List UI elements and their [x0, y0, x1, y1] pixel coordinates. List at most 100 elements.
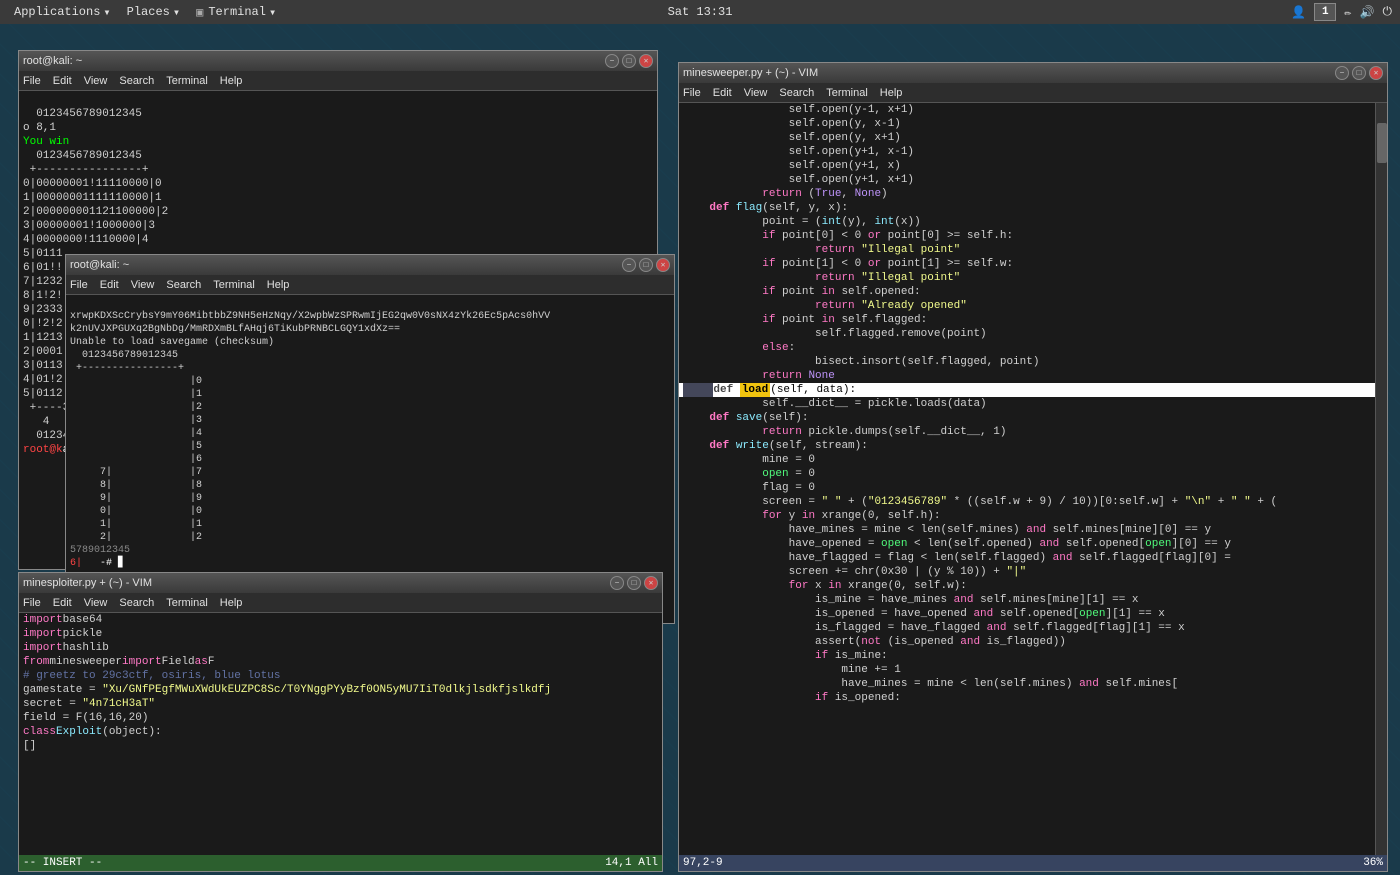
vim-line: self.open(y, x+1) [679, 131, 1375, 145]
minimize-btn-4[interactable]: − [1335, 66, 1349, 80]
places-chevron-icon: ▾ [173, 5, 180, 20]
window4-title: minesweeper.py + (~) - VIM [683, 67, 818, 79]
vim-line: self.flagged.remove(point) [679, 327, 1375, 341]
taskbar-right: 👤 1 ✏ 🔊 ⏻ [1291, 3, 1392, 21]
vim-line: self.open(y+1, x+1) [679, 173, 1375, 187]
window1-menubar: File Edit View Search Terminal Help [19, 71, 657, 91]
menu-file-3[interactable]: File [23, 597, 41, 609]
window3-content: import base64 import pickle import hashl… [19, 613, 662, 871]
vim-line: import base64 [19, 613, 662, 627]
user-icon: 👤 [1291, 5, 1306, 20]
window3-title: minesploiter.py + (~) - VIM [23, 577, 152, 589]
minimize-btn-2[interactable]: − [622, 258, 636, 272]
menu-edit-3[interactable]: Edit [53, 597, 72, 609]
window1-title: root@kali: ~ [23, 55, 82, 67]
taskbar-left: Applications ▾ Places ▾ ▣ Terminal ▾ [8, 3, 282, 22]
menu-search-2[interactable]: Search [166, 279, 201, 291]
window1-titlebar[interactable]: root@kali: ~ − □ ✕ [19, 51, 657, 71]
close-btn-4[interactable]: ✕ [1369, 66, 1383, 80]
vim-line: [] [19, 739, 662, 753]
menu-edit-4[interactable]: Edit [713, 87, 732, 99]
menu-terminal-1[interactable]: Terminal [166, 75, 208, 87]
menu-search-3[interactable]: Search [119, 597, 154, 609]
vim-line: point = (int(y), int(x)) [679, 215, 1375, 229]
maximize-btn-1[interactable]: □ [622, 54, 636, 68]
terminal-menu[interactable]: ▣ Terminal ▾ [190, 3, 282, 22]
vim-line: flag = 0 [679, 481, 1375, 495]
vim-line: for x in xrange(0, self.w): [679, 579, 1375, 593]
vim-line: self.open(y+1, x) [679, 159, 1375, 173]
applications-label: Applications [14, 5, 100, 19]
terminal-icon: ▣ [196, 5, 203, 20]
vim-line: return pickle.dumps(self.__dict__, 1) [679, 425, 1375, 439]
vim-line: class Exploit(object): [19, 725, 662, 739]
vim-line: return (True, None) [679, 187, 1375, 201]
maximize-btn-3[interactable]: □ [627, 576, 641, 590]
places-menu[interactable]: Places ▾ [121, 3, 186, 22]
window3-vim: import base64 import pickle import hashl… [19, 613, 662, 855]
vim-line: have_opened = open < len(self.opened) an… [679, 537, 1375, 551]
menu-view-2[interactable]: View [131, 279, 155, 291]
maximize-btn-4[interactable]: □ [1352, 66, 1366, 80]
close-btn-1[interactable]: ✕ [639, 54, 653, 68]
window4-scrollbar[interactable] [1375, 103, 1387, 855]
window2-controls: − □ ✕ [622, 258, 670, 272]
menu-view-4[interactable]: View [744, 87, 768, 99]
menu-search-1[interactable]: Search [119, 75, 154, 87]
minimize-btn-3[interactable]: − [610, 576, 624, 590]
scrollbar-thumb[interactable] [1377, 123, 1387, 163]
menu-help-3[interactable]: Help [220, 597, 243, 609]
menu-file-1[interactable]: File [23, 75, 41, 87]
vim-line: is_flagged = have_flagged and self.flagg… [679, 621, 1375, 635]
desktop: root@kali: ~ − □ ✕ File Edit View Search… [0, 24, 1400, 875]
window-count[interactable]: 1 [1314, 3, 1336, 21]
volume-icon: 🔊 [1360, 5, 1375, 20]
menu-file-4[interactable]: File [683, 87, 701, 99]
menu-help-2[interactable]: Help [267, 279, 290, 291]
vim-line: self.open(y, x-1) [679, 117, 1375, 131]
vim-line: self.__dict__ = pickle.loads(data) [679, 397, 1375, 411]
vim-line: mine += 1 [679, 663, 1375, 677]
menu-terminal-4[interactable]: Terminal [826, 87, 868, 99]
vim-line: def write(self, stream): [679, 439, 1375, 453]
menu-edit-2[interactable]: Edit [100, 279, 119, 291]
vim-line: secret = "4n71cH3aT" [19, 697, 662, 711]
terminal-chevron-icon: ▾ [269, 5, 276, 20]
vim-window-2: minesweeper.py + (~) - VIM − □ ✕ File Ed… [678, 62, 1388, 872]
window2-menubar: File Edit View Search Terminal Help [66, 275, 674, 295]
terminal-label: Terminal [208, 5, 266, 19]
menu-edit-1[interactable]: Edit [53, 75, 72, 87]
window4-vim: self.open(y-1, x+1) self.open(y, x-1) se… [679, 103, 1375, 855]
close-btn-2[interactable]: ✕ [656, 258, 670, 272]
menu-search-4[interactable]: Search [779, 87, 814, 99]
menu-help-4[interactable]: Help [880, 87, 903, 99]
menu-terminal-3[interactable]: Terminal [166, 597, 208, 609]
minimize-btn-1[interactable]: − [605, 54, 619, 68]
window4-menubar: File Edit View Search Terminal Help [679, 83, 1387, 103]
window4-titlebar[interactable]: minesweeper.py + (~) - VIM − □ ✕ [679, 63, 1387, 83]
menu-file-2[interactable]: File [70, 279, 88, 291]
taskbar: Applications ▾ Places ▾ ▣ Terminal ▾ Sat… [0, 0, 1400, 24]
cursor-pos-3: 14,1 All [605, 857, 658, 869]
vim-line: if point[0] < 0 or point[0] >= self.h: [679, 229, 1375, 243]
power-icon: ⏻ [1383, 5, 1393, 19]
vim-line: return "Already opened" [679, 299, 1375, 313]
close-btn-3[interactable]: ✕ [644, 576, 658, 590]
window4-statusbar: 97,2-9 36% [679, 855, 1387, 871]
window3-titlebar[interactable]: minesploiter.py + (~) - VIM − □ ✕ [19, 573, 662, 593]
applications-menu[interactable]: Applications ▾ [8, 3, 117, 22]
window3-statusbar: -- INSERT -- 14,1 All [19, 855, 662, 871]
window2-titlebar[interactable]: root@kali: ~ − □ ✕ [66, 255, 674, 275]
menu-view-1[interactable]: View [84, 75, 108, 87]
vim-line: def save(self): [679, 411, 1375, 425]
maximize-btn-2[interactable]: □ [639, 258, 653, 272]
apps-chevron-icon: ▾ [103, 5, 110, 20]
vim-line: screen = " " + ("0123456789" * ((self.w … [679, 495, 1375, 509]
vim-window-1: minesploiter.py + (~) - VIM − □ ✕ File E… [18, 572, 663, 872]
vim-line: screen += chr(0x30 | (y % 10)) + "|" [679, 565, 1375, 579]
vim-line: # greetz to 29c3ctf, osiris, blue lotus [19, 669, 662, 683]
vim-line: return "Illegal point" [679, 243, 1375, 257]
menu-view-3[interactable]: View [84, 597, 108, 609]
menu-terminal-2[interactable]: Terminal [213, 279, 255, 291]
menu-help-1[interactable]: Help [220, 75, 243, 87]
